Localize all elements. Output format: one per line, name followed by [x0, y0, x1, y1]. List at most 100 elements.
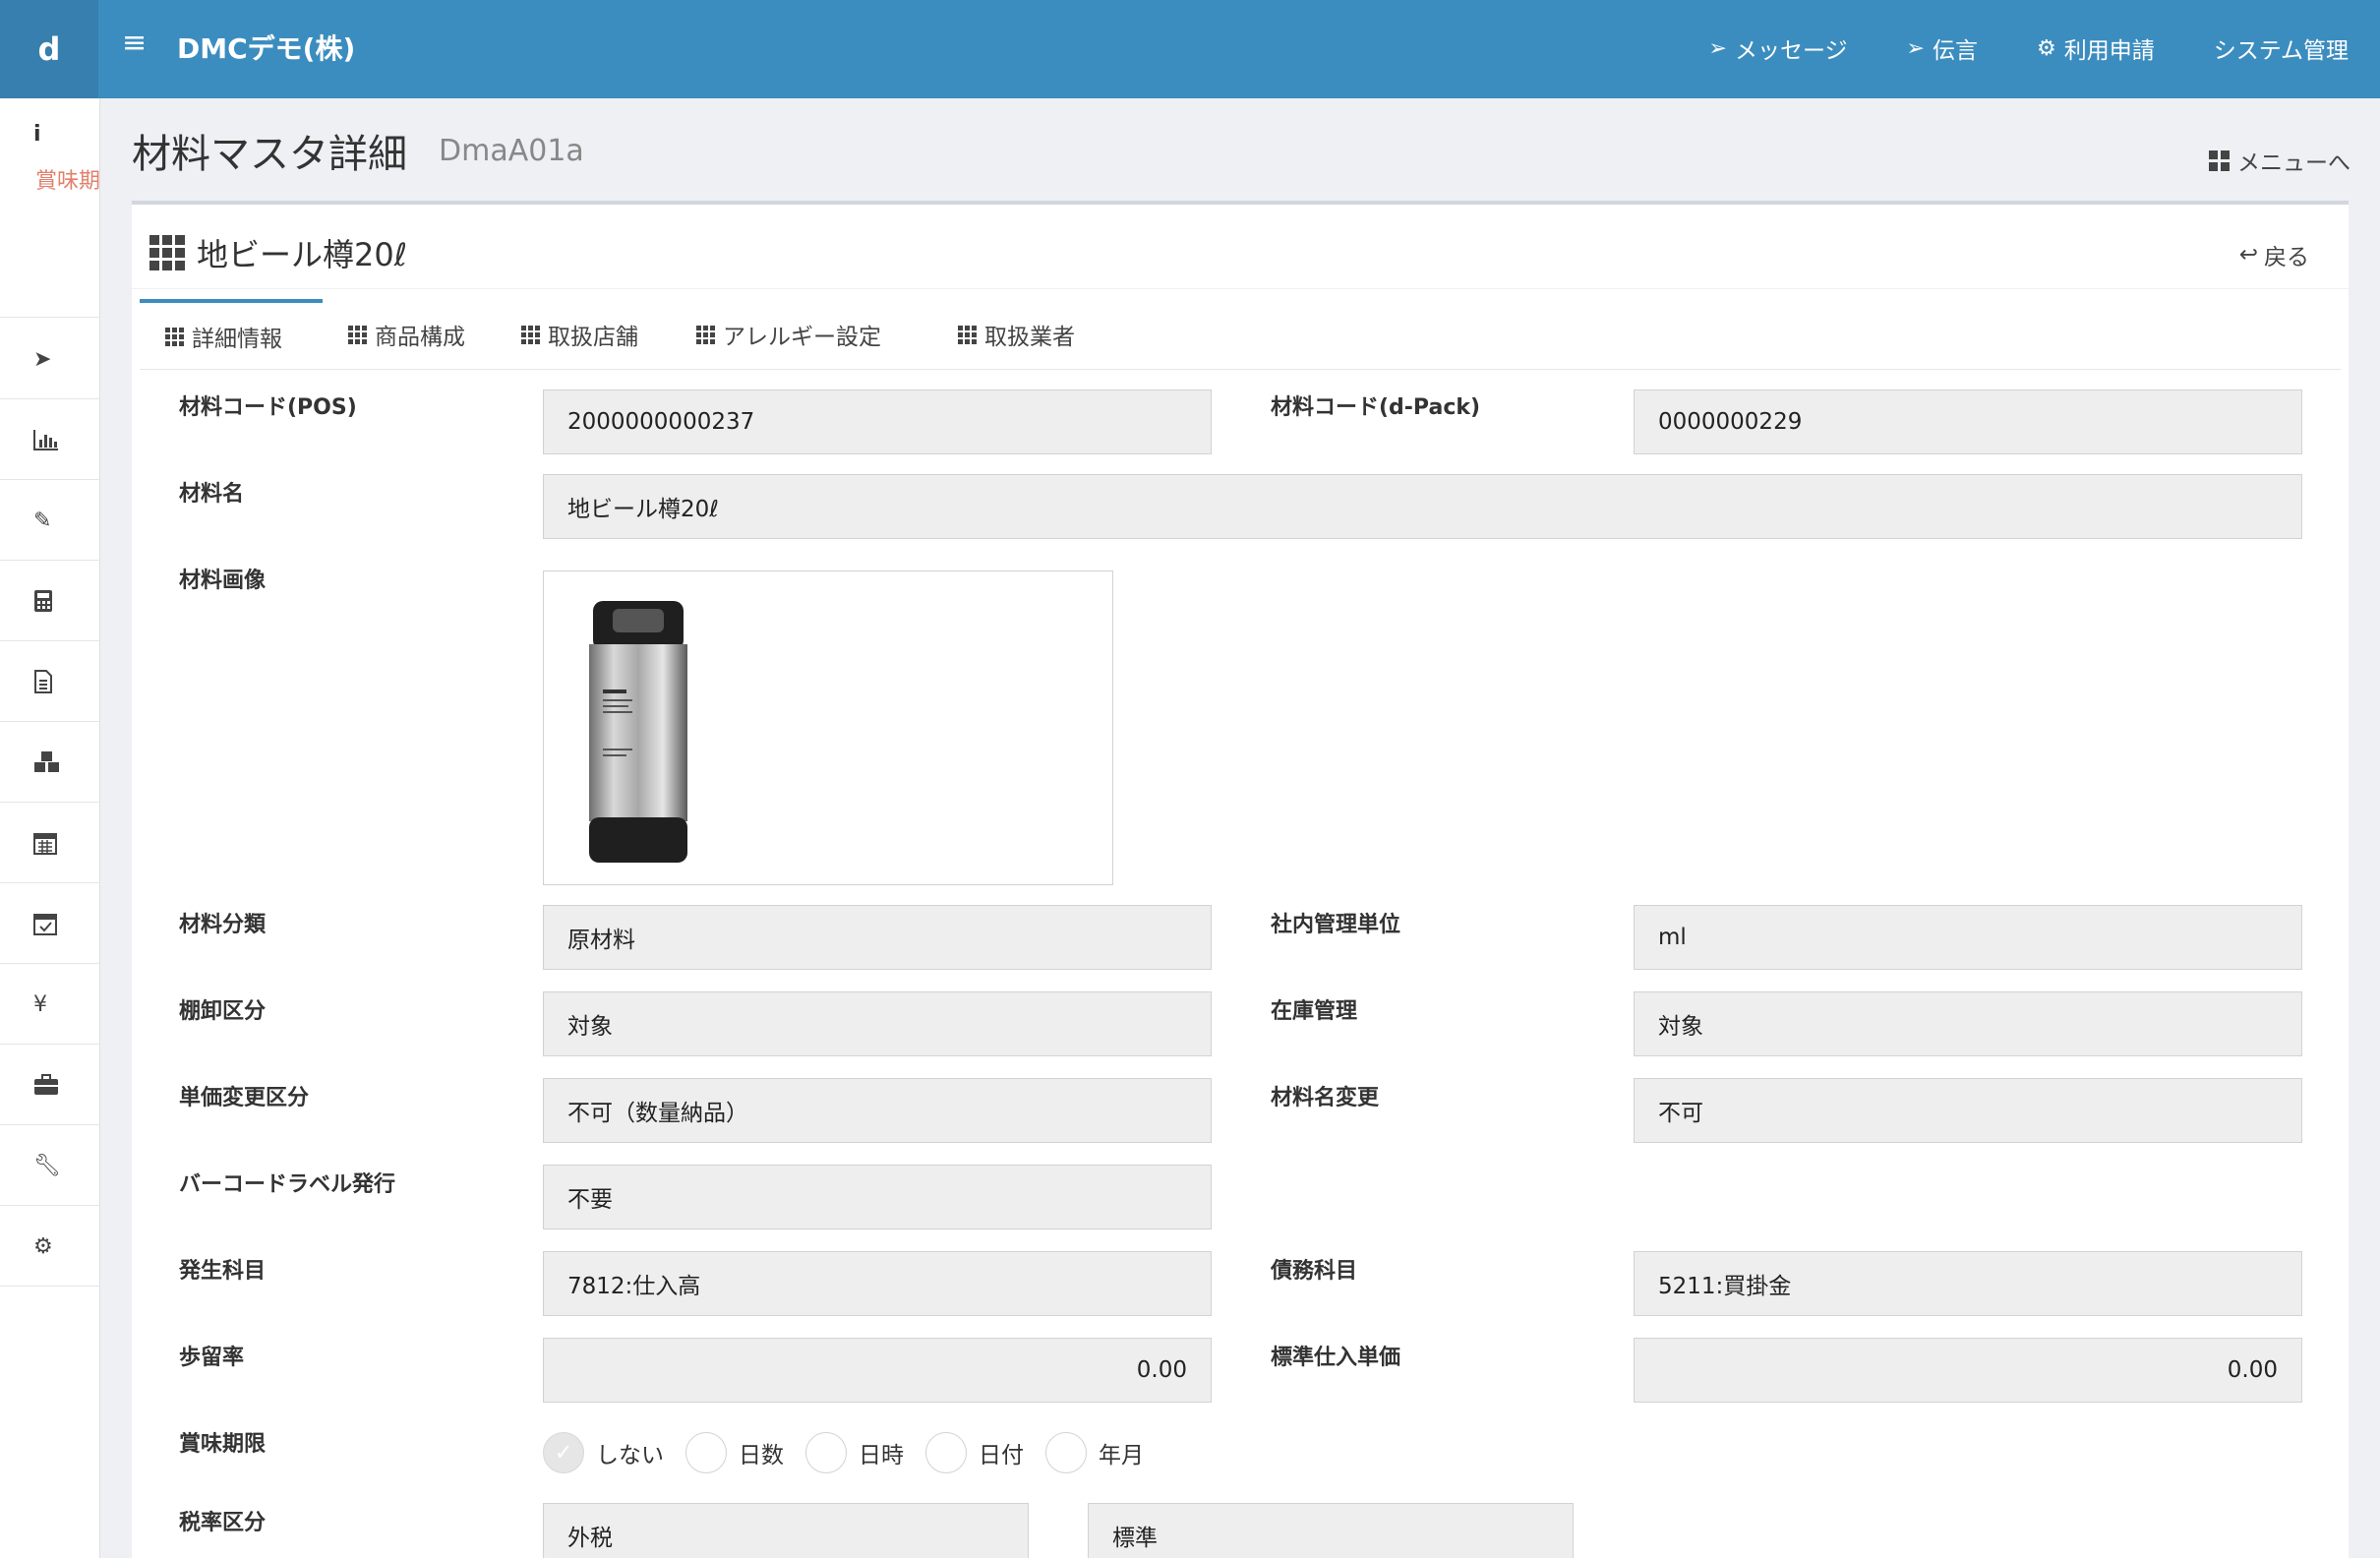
sidebar-item-settings[interactable]: ⚙: [0, 1206, 100, 1287]
nav-memo-label: 伝言: [1932, 38, 1978, 64]
paper-plane-icon: ➢: [1708, 35, 1727, 61]
nav-messages[interactable]: ➢ メッセージ: [1709, 31, 1848, 65]
tax-type-field: 外税: [543, 1503, 1029, 1558]
screen-code: DmaA01a: [439, 134, 584, 168]
debit-label: 発生科目: [179, 1259, 267, 1284]
code-dpack-label: 材料コード(d-Pack): [1271, 395, 1481, 420]
price-change-label: 単価変更区分: [179, 1086, 310, 1110]
edit-icon: ✎: [33, 508, 52, 533]
expiry-radio-group: ✓ しない 日数 日時 日付 年月: [543, 1432, 1144, 1473]
tab-details-label: 詳細情報: [192, 327, 282, 352]
nav-system-admin-label: システム管理: [2213, 38, 2349, 64]
tab-vendors[interactable]: 取扱業者: [932, 299, 1101, 370]
category-label: 材料分類: [179, 913, 267, 937]
tab-allergy[interactable]: アレルギー設定: [671, 299, 907, 370]
tax-label: 税率区分: [179, 1511, 267, 1535]
radio-circle-icon: [805, 1432, 847, 1473]
tab-product-composition[interactable]: 商品構成: [323, 299, 491, 370]
material-name-field: 地ビール樽20ℓ: [543, 474, 2302, 539]
sidebar-item-business[interactable]: [0, 1045, 100, 1125]
beer-keg-image: [589, 601, 687, 863]
tab-allergy-label: アレルギー設定: [723, 325, 881, 350]
nav-memo[interactable]: ➢ 伝言: [1907, 31, 1978, 65]
expiry-option-none[interactable]: ✓ しない: [543, 1432, 664, 1473]
stock-label: 在庫管理: [1271, 999, 1358, 1024]
radio-circle-icon: [1045, 1432, 1087, 1473]
sidebar-item-calculator[interactable]: [0, 561, 100, 641]
grid-icon: [521, 325, 540, 344]
send-icon: ➤: [33, 346, 52, 372]
page-title: 材料マスタ詳細: [132, 132, 407, 177]
tab-details[interactable]: 詳細情報: [140, 299, 323, 370]
yen-icon: ¥: [33, 991, 47, 1017]
tab-stores[interactable]: 取扱店舗: [496, 299, 664, 370]
price-change-field: 不可（数量納品）: [543, 1078, 1212, 1143]
top-nav: ➢ メッセージ ➢ 伝言 ⚙ 利用申請 システム管理: [1709, 31, 2349, 65]
gears-icon: ⚙: [33, 1233, 53, 1259]
top-navbar: d ≡ DMCデモ(株) ➢ メッセージ ➢ 伝言 ⚙ 利用申請 システム管理: [0, 0, 2380, 98]
name-change-label: 材料名変更: [1271, 1086, 1380, 1110]
card-title: 地ビール樽20ℓ: [149, 230, 407, 275]
grid-icon: [165, 327, 184, 346]
document-icon: [34, 670, 52, 693]
barcode-label: バーコードラベル発行: [179, 1172, 396, 1197]
menu-link-label: メニューへ: [2237, 150, 2350, 176]
std-price-field: 0.00: [1634, 1338, 2302, 1403]
expiry-option-date[interactable]: 日付: [925, 1432, 1024, 1473]
unit-field: ml: [1634, 905, 2302, 970]
cubes-icon: [34, 751, 59, 772]
tab-vendors-label: 取扱業者: [984, 325, 1075, 350]
info-icon[interactable]: i: [33, 122, 41, 147]
material-name-label: 材料名: [179, 482, 245, 507]
std-price-label: 標準仕入単価: [1271, 1346, 1401, 1370]
paper-plane-outline-icon: ➢: [1906, 35, 1925, 61]
expiry-label: 賞味期限: [179, 1432, 267, 1457]
code-pos-field: 2000000000237: [543, 390, 1212, 454]
nav-system-admin[interactable]: システム管理: [2214, 31, 2349, 65]
bar-chart-icon: [33, 430, 58, 450]
reply-icon: ↩: [2238, 242, 2258, 268]
expiry-option-datetime-label: 日時: [859, 1443, 904, 1468]
expiry-option-datetime[interactable]: 日時: [805, 1432, 904, 1473]
back-button[interactable]: ↩ 戻る: [2239, 238, 2309, 271]
expiry-option-days[interactable]: 日数: [685, 1432, 784, 1473]
nav-usage-request-label: 利用申請: [2063, 38, 2155, 64]
debit-field: 7812:仕入高: [543, 1251, 1212, 1316]
barcode-field: 不要: [543, 1165, 1212, 1229]
sidebar-item-calendar[interactable]: [0, 803, 100, 883]
sidebar-item-billing[interactable]: ¥: [0, 964, 100, 1045]
app-logo[interactable]: d: [0, 0, 98, 98]
briefcase-icon: [34, 1074, 58, 1095]
sidebar-item-reports[interactable]: [0, 399, 100, 480]
menu-link[interactable]: メニューへ: [2209, 144, 2350, 177]
sidebar-item-schedule[interactable]: [0, 883, 100, 964]
tab-stores-label: 取扱店舗: [548, 325, 638, 350]
tab-product-composition-label: 商品構成: [375, 325, 465, 350]
code-dpack-field: 0000000229: [1634, 390, 2302, 454]
nav-messages-label: メッセージ: [1734, 38, 1848, 64]
credit-label: 債務科目: [1271, 1259, 1358, 1284]
tab-bar: 詳細情報 商品構成 取扱店舗 アレルギー設定 取扱業者: [140, 299, 2341, 370]
sidebar-item-inventory[interactable]: [0, 722, 100, 803]
nav-usage-request[interactable]: ⚙ 利用申請: [2037, 31, 2155, 65]
code-pos-label: 材料コード(POS): [179, 395, 357, 420]
expiry-option-yearmonth[interactable]: 年月: [1045, 1432, 1144, 1473]
sidebar-item-edit[interactable]: ✎: [0, 480, 100, 561]
grid-icon: [696, 325, 715, 344]
expiry-option-days-label: 日数: [739, 1443, 784, 1468]
company-name: DMCデモ(株): [177, 32, 356, 65]
sidebar-item-tools[interactable]: 🔧︎: [0, 1125, 100, 1206]
hamburger-menu-icon[interactable]: ≡: [122, 26, 147, 60]
back-button-label: 戻る: [2264, 245, 2309, 270]
radio-circle-icon: [925, 1432, 967, 1473]
expiry-option-yearmonth-label: 年月: [1099, 1443, 1144, 1468]
calculator-icon: [34, 590, 52, 612]
card-header: 地ビール樽20ℓ ↩ 戻る: [132, 205, 2349, 289]
sidebar-expiry-alert[interactable]: 賞味期限: [35, 163, 100, 195]
expiry-option-date-label: 日付: [979, 1443, 1024, 1468]
stock-field: 対象: [1634, 991, 2302, 1056]
sidebar-item-send[interactable]: ➤: [0, 319, 100, 399]
inventory-label: 棚卸区分: [179, 999, 267, 1024]
grid-icon: [149, 235, 185, 270]
sidebar-item-document[interactable]: [0, 641, 100, 722]
